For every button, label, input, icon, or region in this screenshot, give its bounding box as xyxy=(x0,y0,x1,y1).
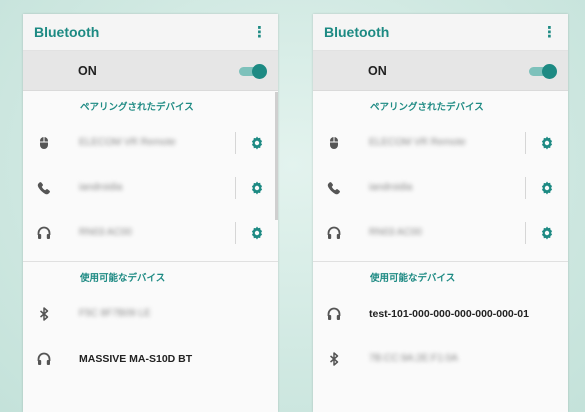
settings-screen-right: Bluetooth ⋮ ON ペアリングされたデバイス ELECOM VR Re… xyxy=(313,14,568,412)
bluetooth-toggle-row[interactable]: ON xyxy=(313,51,568,91)
gear-icon[interactable] xyxy=(250,226,264,240)
device-name: RN03 AC00 xyxy=(369,227,422,238)
gear-icon[interactable] xyxy=(540,226,554,240)
bluetooth-icon xyxy=(40,306,49,321)
divider xyxy=(235,222,236,244)
divider xyxy=(525,177,526,199)
gear-icon[interactable] xyxy=(540,181,554,195)
gear-icon[interactable] xyxy=(250,181,264,195)
phone-icon xyxy=(327,181,340,194)
app-bar-title: Bluetooth xyxy=(34,24,100,40)
bluetooth-toggle-row[interactable]: ON xyxy=(23,51,278,91)
scrollbar[interactable] xyxy=(275,92,278,220)
app-bar: Bluetooth ⋮ xyxy=(313,14,568,51)
phone-icon xyxy=(37,181,50,194)
available-device-row[interactable]: 7B:CC:9A:2E:F1:0A xyxy=(313,336,568,381)
overflow-menu-icon[interactable]: ⋮ xyxy=(542,23,557,41)
available-device-row[interactable]: test-101-000-000-000-000-000-01 xyxy=(313,291,568,336)
app-bar-title: Bluetooth xyxy=(324,24,390,40)
divider xyxy=(525,222,526,244)
device-name: iandroidia xyxy=(79,182,123,193)
device-name: test-101-000-000-000-000-000-01 xyxy=(369,307,529,320)
device-name: iandroidia xyxy=(369,182,413,193)
device-name: RN03 AC00 xyxy=(79,227,132,238)
paired-devices-header: ペアリングされたデバイス xyxy=(370,101,484,113)
device-name: 7B:CC:9A:2E:F1:0A xyxy=(369,353,458,364)
device-name: ELECOM VR Remote xyxy=(369,137,466,148)
bluetooth-switch[interactable] xyxy=(239,63,267,79)
divider xyxy=(525,132,526,154)
headset-icon xyxy=(327,307,341,320)
device-name: MASSIVE MA-S10D BT xyxy=(79,352,193,365)
gear-icon[interactable] xyxy=(250,136,264,150)
available-device-row[interactable]: F5C 8F7B09 LE xyxy=(23,291,278,336)
paired-devices-header: ペアリングされたデバイス xyxy=(80,101,194,113)
divider xyxy=(235,177,236,199)
device-name: ELECOM VR Remote xyxy=(79,137,176,148)
toggle-label: ON xyxy=(78,63,97,78)
bluetooth-icon xyxy=(330,351,339,366)
device-name: F5C 8F7B09 LE xyxy=(79,308,151,319)
paired-device-row[interactable]: ELECOM VR Remote xyxy=(23,120,278,165)
divider xyxy=(235,132,236,154)
mouse-icon xyxy=(40,136,48,149)
available-devices-header: 使用可能なデバイス xyxy=(80,272,166,284)
app-bar: Bluetooth ⋮ xyxy=(23,14,278,51)
mouse-icon xyxy=(330,136,338,149)
available-device-row[interactable]: MASSIVE MA-S10D BT xyxy=(23,336,278,381)
paired-device-row[interactable]: iandroidia xyxy=(23,165,278,210)
bluetooth-switch[interactable] xyxy=(529,63,557,79)
paired-device-row[interactable]: RN03 AC00 xyxy=(23,210,278,255)
headset-icon xyxy=(327,226,341,239)
paired-device-row[interactable]: iandroidia xyxy=(313,165,568,210)
paired-device-row[interactable]: RN03 AC00 xyxy=(313,210,568,255)
paired-device-row[interactable]: ELECOM VR Remote xyxy=(313,120,568,165)
settings-screen-left: Bluetooth ⋮ ON ペアリングされたデバイス ELECOM VR Re… xyxy=(23,14,278,412)
headset-icon xyxy=(37,226,51,239)
available-devices-header: 使用可能なデバイス xyxy=(370,272,456,284)
gear-icon[interactable] xyxy=(540,136,554,150)
overflow-menu-icon[interactable]: ⋮ xyxy=(252,23,267,41)
headset-icon xyxy=(37,352,51,365)
toggle-label: ON xyxy=(368,63,387,78)
